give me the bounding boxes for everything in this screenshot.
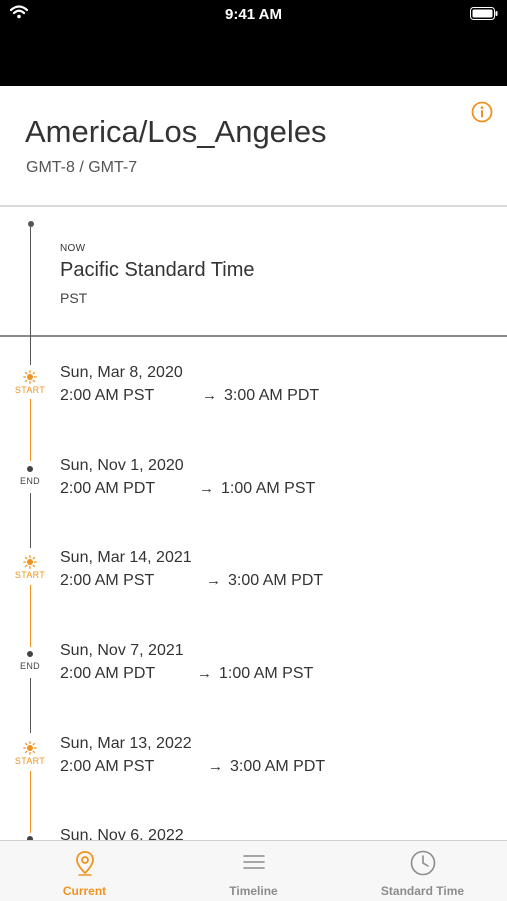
sun-icon [23, 370, 37, 384]
battery-icon [470, 7, 498, 25]
event-date: Sun, Nov 1, 2020 [60, 457, 184, 474]
clock-icon [410, 850, 435, 876]
timeline-event[interactable]: END Sun, Nov 1, 2020 2:00 AM PDT → 1:00 … [0, 457, 507, 527]
timeline-event[interactable]: START Sun, Mar 8, 2020 2:00 AM PST → 3:0… [0, 364, 507, 434]
event-kind-label: END [20, 661, 40, 671]
arrow-icon: → [199, 480, 214, 497]
event-from-time: 2:00 AM PST [60, 387, 155, 404]
timezone-header: America/Los_Angeles GMT-8 / GMT-7 [0, 86, 507, 207]
timeline-dot [28, 221, 34, 227]
current-zone-abbreviation: PST [60, 290, 88, 306]
sun-icon [23, 555, 37, 569]
info-button[interactable] [471, 101, 493, 123]
event-from-time: 2:00 AM PDT [60, 480, 156, 497]
tab-bar: Current Timeline Standard Time [0, 840, 507, 901]
event-to-time: 3:00 AM PDT [230, 758, 326, 775]
now-label: NOW [60, 243, 86, 254]
event-from-time: 2:00 AM PDT [60, 665, 156, 682]
event-kind-label: START [14, 385, 46, 395]
tab-label: Standard Time [380, 884, 465, 898]
event-kind-label: END [20, 476, 40, 486]
arrow-icon: → [197, 665, 212, 682]
arrow-icon: → [206, 572, 221, 589]
event-date: Sun, Mar 14, 2021 [60, 549, 192, 566]
tab-timeline[interactable]: Timeline [169, 841, 338, 901]
timeline-event[interactable]: START Sun, Mar 13, 2022 2:00 AM PST → 3:… [0, 735, 507, 805]
event-date: Sun, Mar 8, 2020 [60, 364, 183, 381]
timeline-event[interactable]: END Sun, Nov 7, 2021 2:00 AM PDT → 1:00 … [0, 642, 507, 712]
event-date: Sun, Nov 7, 2021 [60, 642, 184, 659]
timeline-line [30, 337, 31, 365]
event-kind-label: START [14, 756, 46, 766]
dot-icon [27, 651, 33, 657]
transition-timeline[interactable]: START Sun, Mar 8, 2020 2:00 AM PST → 3:0… [0, 337, 507, 840]
arrow-icon: → [208, 758, 223, 775]
current-zone-name: Pacific Standard Time [60, 259, 255, 281]
tab-current[interactable]: Current [0, 841, 169, 901]
event-to-time: 3:00 AM PDT [224, 387, 320, 404]
event-to-time: 3:00 AM PDT [228, 572, 324, 589]
tab-standard-time[interactable]: Standard Time [338, 841, 507, 901]
timeline-event[interactable]: Sun, Nov 6, 2022 [0, 827, 507, 840]
event-to-time: 1:00 AM PST [219, 665, 314, 682]
timezone-name: America/Los_Angeles [25, 114, 327, 149]
timezone-offset: GMT-8 / GMT-7 [26, 159, 138, 176]
event-kind-label: START [14, 570, 46, 580]
arrow-icon: → [202, 387, 217, 404]
event-date: Sun, Nov 6, 2022 [60, 827, 184, 840]
event-date: Sun, Mar 13, 2022 [60, 735, 192, 752]
current-time-section: NOW Pacific Standard Time PST [0, 207, 507, 337]
location-pin-icon [75, 851, 94, 876]
tab-label: Timeline [229, 884, 278, 898]
timeline-line [30, 227, 31, 337]
event-to-time: 1:00 AM PST [221, 480, 316, 497]
sun-icon [23, 741, 37, 755]
event-from-time: 2:00 AM PST [60, 758, 155, 775]
list-icon [242, 855, 265, 869]
dot-icon [27, 466, 33, 472]
info-icon [471, 101, 493, 123]
status-time: 9:41 AM [225, 6, 282, 23]
status-bar: 9:41 AM [0, 0, 507, 86]
tab-label: Current [62, 884, 107, 898]
timeline-event[interactable]: START Sun, Mar 14, 2021 2:00 AM PST → 3:… [0, 549, 507, 619]
event-from-time: 2:00 AM PST [60, 572, 155, 589]
